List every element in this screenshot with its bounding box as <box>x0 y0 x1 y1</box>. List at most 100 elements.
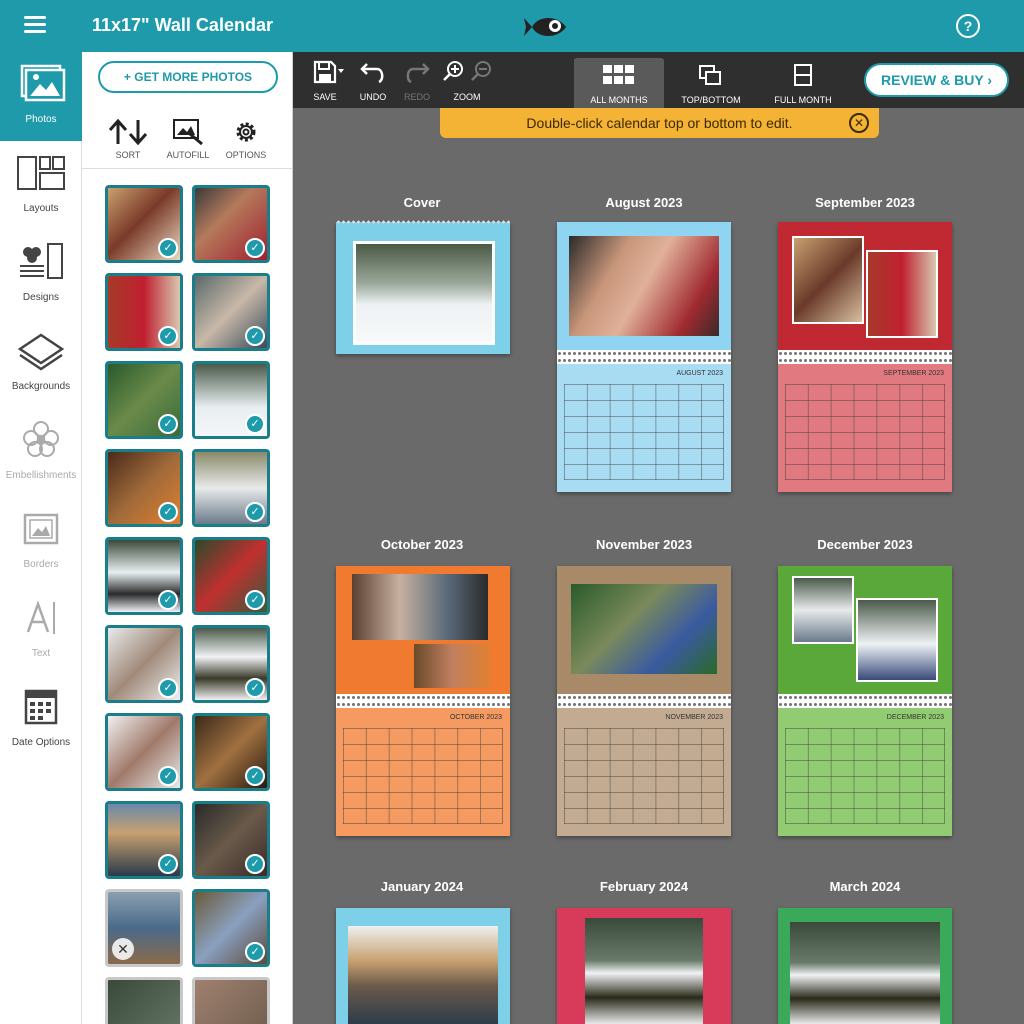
cover-photo[interactable] <box>356 244 492 342</box>
month-photo[interactable] <box>414 644 490 688</box>
calendar-grid <box>564 384 724 480</box>
check-icon: ✓ <box>158 238 178 258</box>
photo-thumbnail[interactable]: ✓ <box>192 889 270 967</box>
calendar-page-january[interactable] <box>336 908 510 1024</box>
rail-item-designs[interactable]: Designs <box>0 230 82 319</box>
month-photo[interactable] <box>585 918 703 1024</box>
check-icon: ✓ <box>245 766 265 786</box>
photo-thumbnail[interactable]: ✓ <box>105 185 183 263</box>
rail-label: Borders <box>23 559 59 570</box>
photo-thumbnail[interactable] <box>192 977 270 1024</box>
panel-divider <box>82 168 293 169</box>
photo-thumbnail[interactable]: ✓ <box>105 361 183 439</box>
sort-button[interactable]: SORT <box>98 118 158 160</box>
check-icon: ✓ <box>245 678 265 698</box>
check-icon: ✓ <box>245 590 265 610</box>
options-button[interactable]: OPTIONS <box>216 118 276 160</box>
month-photo[interactable] <box>569 236 719 336</box>
page-top[interactable] <box>557 222 731 350</box>
page-top[interactable] <box>336 908 510 1024</box>
photo-thumbnail[interactable]: ✓ <box>192 713 270 791</box>
photo-thumbnail[interactable]: ✓ <box>192 801 270 879</box>
photo-thumbnail[interactable]: ✓ <box>105 625 183 703</box>
photo-thumbnail[interactable]: ✓ <box>192 361 270 439</box>
photo-thumbnail[interactable]: ✓ <box>105 273 183 351</box>
rail-item-borders[interactable]: Borders <box>0 497 82 586</box>
calendar-page-february[interactable] <box>557 908 731 1024</box>
close-icon[interactable]: ✕ <box>849 113 869 133</box>
page-title-august-2023: August 2023 <box>605 195 683 210</box>
tab-all-months[interactable]: ALL MONTHS <box>574 58 664 108</box>
tab-top-bottom[interactable]: TOP/BOTTOM <box>666 58 756 108</box>
check-icon: ✓ <box>158 766 178 786</box>
page-top[interactable] <box>778 566 952 694</box>
page-top[interactable] <box>557 908 731 1024</box>
page-bottom[interactable]: OCTOBER 2023 <box>336 708 510 836</box>
tab-full-month[interactable]: FULL MONTH <box>758 58 848 108</box>
month-photo[interactable] <box>571 584 717 674</box>
photo-thumbnail[interactable]: ✓ <box>192 185 270 263</box>
rail-item-layouts[interactable]: Layouts <box>0 141 82 230</box>
month-label: SEPTEMBER 2023 <box>883 370 944 377</box>
check-icon: ✓ <box>158 678 178 698</box>
calendar-page-march[interactable] <box>778 908 952 1024</box>
left-rail: Photos Layouts Designs Backgrounds Embel… <box>0 52 82 1024</box>
photo-thumbnail[interactable]: ✓ <box>105 449 183 527</box>
page-bottom[interactable]: NOVEMBER 2023 <box>557 708 731 836</box>
month-photo[interactable] <box>868 252 936 336</box>
photo-thumbnail[interactable]: ✓ <box>192 449 270 527</box>
zoom-button[interactable]: ZOOM <box>437 60 497 102</box>
check-icon: ✓ <box>158 854 178 874</box>
month-photo[interactable] <box>794 238 862 322</box>
sort-icon <box>108 118 148 146</box>
rail-item-photos[interactable]: Photos <box>0 52 82 141</box>
rail-item-date-options[interactable]: Date Options <box>0 675 82 764</box>
page-top[interactable] <box>778 222 952 350</box>
page-bottom[interactable]: DECEMBER 2023 <box>778 708 952 836</box>
rail-label: Photos <box>25 114 57 125</box>
photo-thumbnail[interactable] <box>105 977 183 1024</box>
photo-thumbnail[interactable]: ✓ <box>105 537 183 615</box>
page-bottom[interactable]: SEPTEMBER 2023 <box>778 364 952 492</box>
page-title-september-2023: September 2023 <box>815 195 915 210</box>
help-icon[interactable]: ? <box>956 14 980 38</box>
get-more-photos-button[interactable]: + GET MORE PHOTOS <box>98 61 278 93</box>
remove-icon[interactable]: ✕ <box>112 938 134 960</box>
month-photo[interactable] <box>348 926 498 1024</box>
photo-thumbnail[interactable]: ✓ <box>192 273 270 351</box>
check-icon: ✓ <box>245 502 265 522</box>
month-photo[interactable] <box>352 574 488 640</box>
photo-thumbnail[interactable]: ✓ <box>192 625 270 703</box>
rail-label: Layouts <box>23 203 59 214</box>
check-icon: ✓ <box>245 326 265 346</box>
top-bar: 11x17" Wall Calendar ? <box>0 0 1024 52</box>
menu-icon[interactable] <box>24 16 46 34</box>
photo-thumbnail[interactable]: ✕ <box>105 889 183 967</box>
calendar-page-september[interactable]: SEPTEMBER 2023 <box>778 222 952 492</box>
autofill-button[interactable]: AUTOFILL <box>158 118 218 160</box>
page-top[interactable] <box>557 566 731 694</box>
rail-item-embellishments[interactable]: Embellishments <box>0 408 82 497</box>
rail-item-backgrounds[interactable]: Backgrounds <box>0 319 82 408</box>
photo-thumbnail[interactable]: ✓ <box>192 537 270 615</box>
photo-thumbnail[interactable]: ✓ <box>105 801 183 879</box>
page-top[interactable] <box>778 908 952 1024</box>
month-photo[interactable] <box>794 578 852 642</box>
calendar-page-december[interactable]: DECEMBER 2023 <box>778 566 952 836</box>
autofill-icon <box>173 119 203 146</box>
calendar-page-october[interactable]: OCTOBER 2023 <box>336 566 510 836</box>
page-top[interactable] <box>336 566 510 694</box>
date-options-icon <box>24 689 58 725</box>
month-label: OCTOBER 2023 <box>449 714 502 721</box>
cover-page[interactable] <box>336 219 510 354</box>
photo-thumbnail[interactable]: ✓ <box>105 713 183 791</box>
calendar-page-august[interactable]: AUGUST 2023 <box>557 222 731 492</box>
page-bottom[interactable]: AUGUST 2023 <box>557 364 731 492</box>
rail-item-text[interactable]: Text <box>0 586 82 675</box>
month-photo[interactable] <box>858 600 936 680</box>
rail-label: Designs <box>22 292 60 303</box>
calendar-page-november[interactable]: NOVEMBER 2023 <box>557 566 731 836</box>
month-photo[interactable] <box>790 922 940 1024</box>
review-buy-button[interactable]: REVIEW & BUY › <box>864 63 1009 97</box>
page-title-january-2024: January 2024 <box>380 879 464 894</box>
